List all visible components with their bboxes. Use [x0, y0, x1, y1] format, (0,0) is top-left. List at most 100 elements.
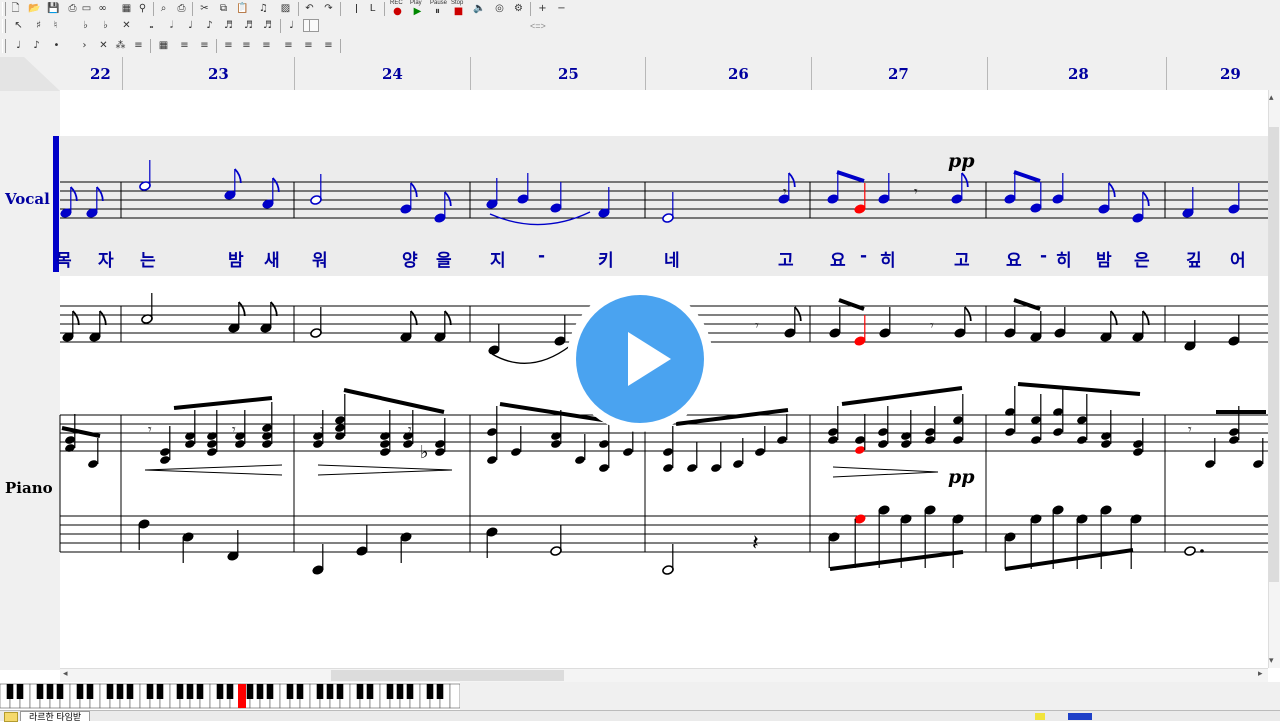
lyric-syllable[interactable]: 요	[830, 246, 846, 271]
piano-black-key[interactable]	[386, 684, 394, 699]
note-flag	[238, 301, 246, 317]
horizontal-scrollbar[interactable]	[60, 668, 1268, 683]
piano-black-key[interactable]	[436, 684, 444, 699]
lyric-syllable[interactable]: 깊	[1186, 246, 1202, 271]
lyric-syllable[interactable]: 키	[598, 246, 614, 271]
lyric-syllable[interactable]: -	[538, 246, 545, 266]
lyric-syllable[interactable]: 밤	[228, 246, 244, 271]
lyric-syllable[interactable]: -	[860, 246, 867, 266]
lyric-syllable[interactable]: 워	[312, 246, 328, 271]
lyric-syllable[interactable]: 밤	[1096, 246, 1112, 271]
piano-black-key[interactable]	[86, 684, 94, 699]
chord-note	[403, 440, 413, 448]
lyric-syllable[interactable]: -	[1040, 246, 1047, 266]
dynamic-piano[interactable]: pp	[948, 466, 975, 488]
vertical-scroll-thumb[interactable]	[1269, 127, 1279, 582]
piano-black-key[interactable]	[336, 684, 344, 699]
dynamic-vocal[interactable]: pp	[948, 150, 975, 172]
lyric-syllable[interactable]: 목	[56, 246, 72, 271]
piano-black-key[interactable]	[126, 684, 134, 699]
piano-black-key[interactable]	[106, 684, 114, 699]
play-button-overlay[interactable]	[567, 286, 713, 432]
piano-black-key[interactable]	[186, 684, 194, 699]
horizontal-scroll-thumb[interactable]	[331, 670, 564, 681]
eighth-rest: 𝄾	[148, 422, 152, 438]
piano-black-key[interactable]	[196, 684, 204, 699]
scroll-left-icon[interactable]: ◂	[63, 669, 68, 679]
lyric-syllable[interactable]: 히	[880, 246, 896, 271]
piano-black-key[interactable]	[176, 684, 184, 699]
lyric-syllable[interactable]: 을	[436, 246, 452, 271]
lyric-syllable[interactable]: 양	[402, 246, 418, 271]
piano-black-key[interactable]	[246, 684, 254, 699]
lyric-syllable[interactable]: 고	[778, 246, 794, 271]
piano-black-key[interactable]	[286, 684, 294, 699]
note-beam	[1017, 382, 1141, 396]
chord-note	[207, 440, 217, 448]
scroll-right-icon[interactable]: ▸	[1258, 669, 1263, 679]
lyric-syllable[interactable]: 새	[264, 246, 280, 271]
lyrics-line: 목자는밤새워양을지-키네고요-히고요-히밤은깊어	[0, 246, 1270, 272]
piano-black-key[interactable]	[156, 684, 164, 699]
lyric-syllable[interactable]: 는	[140, 246, 156, 271]
piano-black-key[interactable]	[16, 684, 24, 699]
chord-note	[487, 428, 497, 436]
chord-note	[207, 432, 217, 440]
piano-black-key[interactable]	[266, 684, 274, 699]
chord-note	[599, 464, 609, 472]
note-flag	[1110, 310, 1118, 326]
note-flag	[410, 310, 418, 326]
scroll-down-icon[interactable]: ▾	[1269, 656, 1274, 666]
piano-black-key[interactable]	[296, 684, 304, 699]
scroll-up-icon[interactable]: ▴	[1269, 93, 1274, 103]
eighth-rest: 𝄾	[755, 318, 759, 334]
piano-black-key[interactable]	[256, 684, 264, 699]
chord-note	[733, 460, 743, 468]
piano-black-key[interactable]	[36, 684, 44, 699]
eighth-rest: 𝄾	[232, 422, 236, 438]
note-beam	[173, 396, 273, 410]
lyric-syllable[interactable]: 은	[1134, 246, 1150, 271]
note-flag	[794, 306, 802, 322]
piano-black-key[interactable]	[216, 684, 224, 699]
piano-black-key[interactable]	[406, 684, 414, 699]
lyric-syllable[interactable]: 지	[490, 246, 506, 271]
piano-keyboard[interactable]	[0, 682, 460, 710]
lyric-syllable[interactable]: 고	[954, 246, 970, 271]
piano-white-key[interactable]	[449, 683, 460, 709]
lyric-syllable[interactable]: 요	[1006, 246, 1022, 271]
chord-note	[599, 440, 609, 448]
chord-note	[878, 440, 888, 448]
chord-note	[235, 440, 245, 448]
piano-black-key[interactable]	[326, 684, 334, 699]
note-beam	[343, 388, 445, 414]
piano-black-key[interactable]	[356, 684, 364, 699]
note-flag	[99, 310, 107, 326]
chord-note	[1133, 440, 1143, 448]
piano-black-key[interactable]	[56, 684, 64, 699]
lyric-syllable[interactable]: 어	[1230, 246, 1246, 271]
chord-note	[1229, 436, 1239, 444]
piano-black-key[interactable]	[6, 684, 14, 699]
lyric-syllable[interactable]: 자	[98, 246, 114, 271]
piano-black-key[interactable]	[226, 684, 234, 699]
piano-black-key[interactable]	[396, 684, 404, 699]
piano-black-key[interactable]	[366, 684, 374, 699]
piano-black-key[interactable]	[116, 684, 124, 699]
chord-note	[160, 448, 170, 456]
chord-note	[487, 456, 497, 464]
chord-note	[1005, 408, 1015, 416]
chord-note	[925, 436, 935, 444]
piano-black-key[interactable]	[46, 684, 54, 699]
piano-black-key[interactable]	[76, 684, 84, 699]
lyric-syllable[interactable]: 히	[1056, 246, 1072, 271]
lyric-syllable[interactable]: 네	[664, 246, 680, 271]
eighth-rest: 𝄾	[783, 184, 787, 200]
piano-black-key[interactable]	[146, 684, 154, 699]
piano-black-key[interactable]	[426, 684, 434, 699]
piano-black-key[interactable]	[316, 684, 324, 699]
piano-key-active[interactable]	[238, 684, 246, 708]
status-progress	[1068, 713, 1092, 720]
chord-note	[551, 440, 561, 448]
chord-note	[313, 440, 323, 448]
